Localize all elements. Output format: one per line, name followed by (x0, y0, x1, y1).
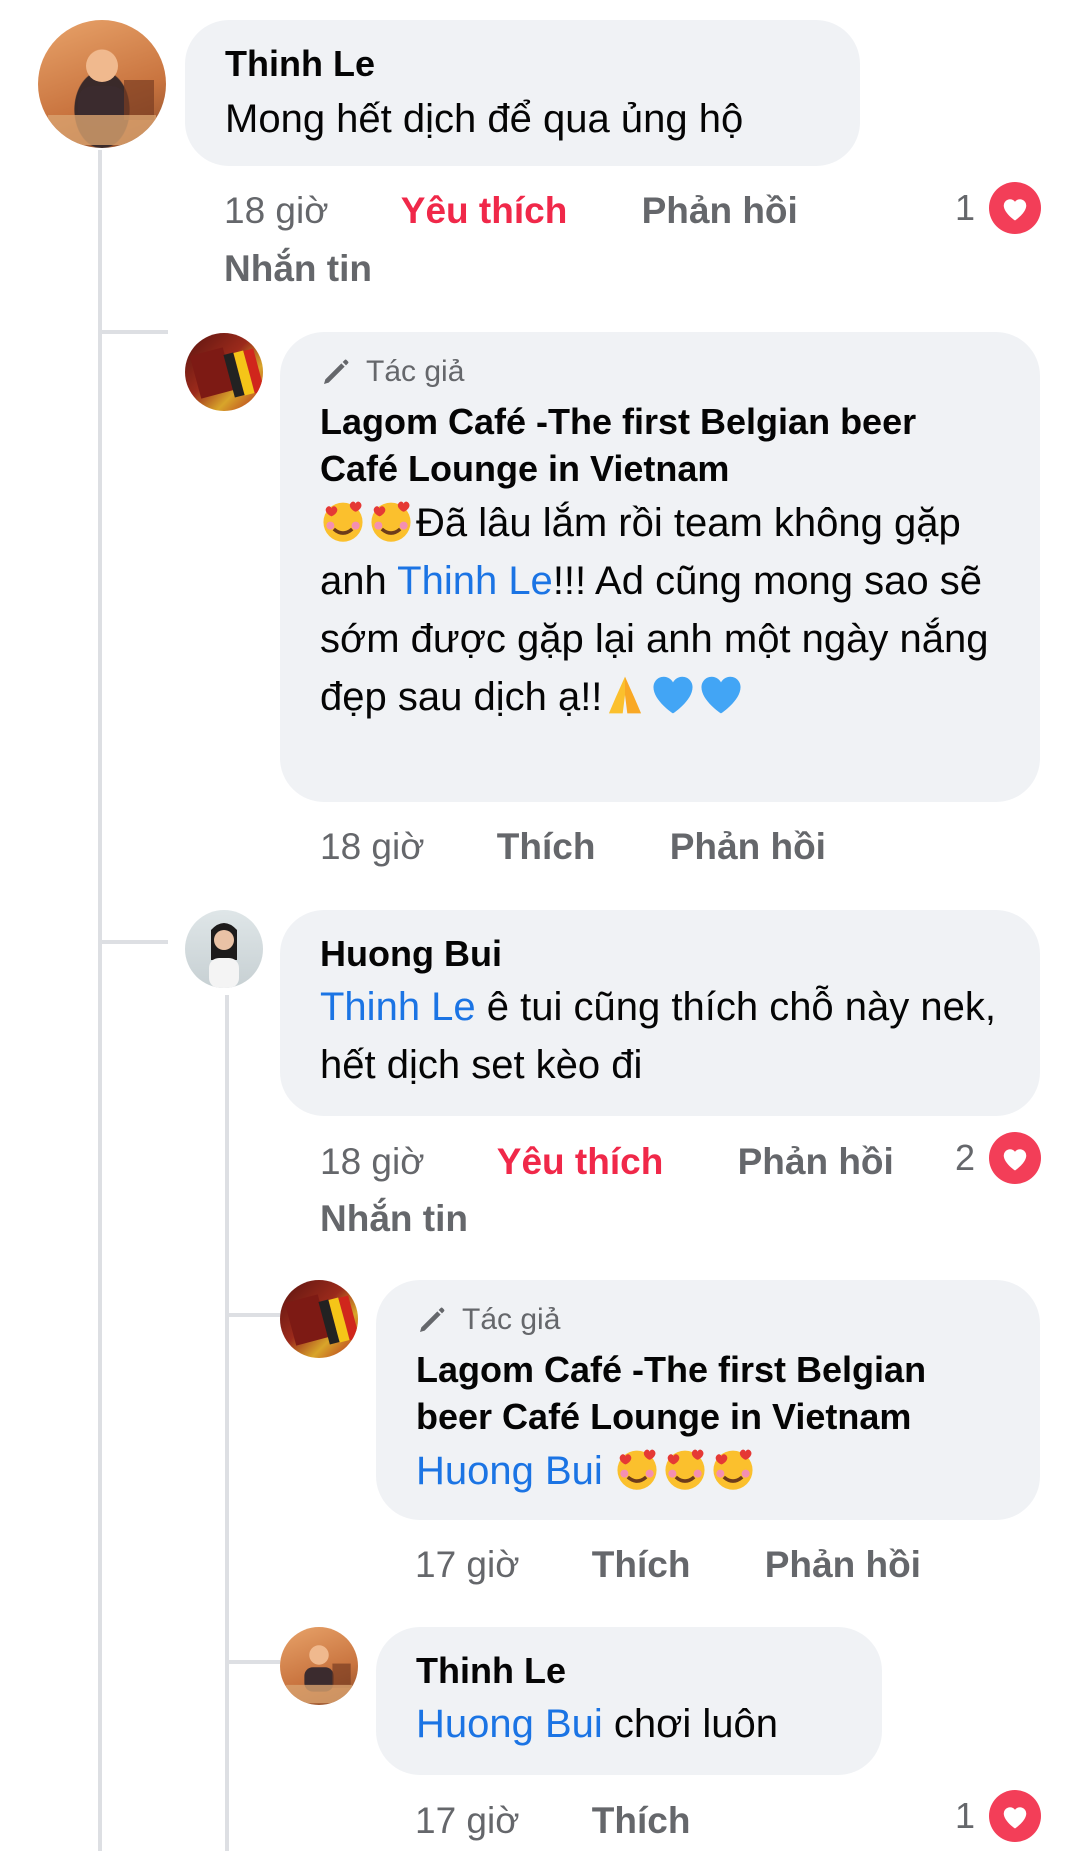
commenter-name[interactable]: Lagom Café -The first Belgian beer Café … (320, 398, 1000, 492)
comment-actions-5: 17 giờ Thích (415, 1796, 690, 1846)
comment-text-body: chơi luôn (602, 1702, 779, 1746)
thread-connector-2 (98, 940, 168, 944)
reaction-count: 1 (955, 1795, 976, 1836)
author-badge: Tác giả (416, 1302, 1000, 1338)
comment-bubble-4[interactable]: Tác giả Lagom Café -The first Belgian be… (376, 1280, 1040, 1520)
commenter-name-line2: Café Lounge in Vietnam (320, 448, 730, 489)
thread-line-nested (225, 995, 229, 1851)
reaction-summary-1[interactable]: 1 (955, 182, 1042, 234)
like-button[interactable]: Thích (592, 1796, 691, 1846)
comment-actions-1: 18 giờ Yêu thích Phản hồi (224, 186, 798, 236)
thread-line-main (98, 150, 102, 1851)
message-button[interactable]: Nhắn tin (320, 1194, 468, 1244)
avatar-lagom-cafe[interactable] (280, 1280, 358, 1358)
commenter-name-line1: Lagom Café -The first Belgian (416, 1349, 927, 1390)
thread-connector-4 (225, 1660, 280, 1664)
commenter-name[interactable]: Thinh Le (225, 42, 820, 86)
reaction-summary-5[interactable]: 1 (955, 1790, 1042, 1842)
reply-button[interactable]: Phản hồi (642, 186, 798, 236)
heart-icon (989, 1790, 1042, 1842)
author-badge-label: Tác giả (366, 355, 465, 388)
reply-button[interactable]: Phản hồi (670, 822, 826, 872)
commenter-name[interactable]: Huong Bui (320, 932, 1000, 976)
smiling-hearts-emoji (710, 1446, 756, 1492)
comment-actions-3: 18 giờ Yêu thích Phản hồi (320, 1137, 894, 1187)
folded-hands-emoji (602, 672, 648, 718)
smiling-hearts-emoji (614, 1446, 660, 1492)
message-button[interactable]: Nhắn tin (224, 244, 372, 294)
author-badge-label: Tác giả (462, 1303, 561, 1336)
comment-bubble-5[interactable]: Thinh Le Huong Bui chơi luôn (376, 1627, 882, 1775)
heart-icon (989, 1132, 1042, 1184)
message-link-3: Nhắn tin (320, 1194, 468, 1244)
comment-bubble-2[interactable]: Tác giả Lagom Café -The first Belgian be… (280, 332, 1040, 802)
author-badge: Tác giả (320, 354, 1000, 390)
avatar-lagom-cafe[interactable] (185, 333, 263, 411)
thread-connector-1 (98, 330, 168, 334)
comment-text: Mong hết dịch để qua ủng hộ (225, 97, 744, 141)
pencil-icon (324, 359, 349, 384)
like-button[interactable]: Yêu thích (497, 1137, 664, 1187)
reaction-summary-3[interactable]: 2 (955, 1132, 1042, 1184)
like-button[interactable]: Thích (497, 822, 596, 872)
comment-bubble-3[interactable]: Huong Bui Thinh Le ê tui cũng thích chỗ … (280, 910, 1040, 1116)
mention-link[interactable]: Huong Bui (416, 1702, 603, 1746)
reaction-count: 1 (955, 187, 976, 228)
avatar-huong-bui[interactable] (185, 910, 263, 988)
smiling-hearts-emoji (662, 1446, 708, 1492)
blue-heart-emoji (650, 672, 696, 718)
like-button[interactable]: Thích (592, 1540, 691, 1590)
mention-link[interactable]: Huong Bui (416, 1449, 603, 1493)
reply-button[interactable]: Phản hồi (765, 1540, 921, 1590)
commenter-name[interactable]: Lagom Café -The first Belgian beer Café … (416, 1346, 1000, 1440)
commenter-name-line1: Lagom Café -The first Belgian beer (320, 401, 917, 442)
message-link-1: Nhắn tin (224, 244, 372, 294)
thread-connector-3 (225, 1313, 280, 1317)
smiling-hearts-emoji (320, 498, 366, 544)
comment-text: Thinh Le ê tui cũng thích chỗ này nek, h… (320, 978, 1000, 1094)
reply-button[interactable]: Phản hồi (738, 1137, 894, 1187)
comment-actions-2: 18 giờ Thích Phản hồi (320, 822, 826, 872)
avatar-thinh-le[interactable] (38, 20, 166, 148)
commenter-name-line2: beer Café Lounge in Vietnam (416, 1396, 912, 1437)
comment-time[interactable]: 18 giờ (320, 1137, 425, 1187)
comment-actions-4: 17 giờ Thích Phản hồi (415, 1540, 921, 1590)
reaction-count: 2 (955, 1137, 976, 1178)
comment-text: Đã lâu lắm rồi team không gặp anh Thinh … (320, 494, 1000, 726)
avatar-thinh-le[interactable] (280, 1627, 358, 1705)
mention-link[interactable]: Thinh Le (320, 985, 476, 1029)
blue-heart-emoji (698, 672, 744, 718)
smiling-hearts-emoji (368, 498, 414, 544)
comment-text: Huong Bui chơi luôn (416, 1695, 842, 1753)
pencil-icon (420, 1307, 445, 1332)
comment-time[interactable]: 18 giờ (320, 822, 425, 872)
heart-icon (989, 182, 1042, 234)
comment-time[interactable]: 17 giờ (415, 1796, 520, 1846)
comment-bubble-1[interactable]: Thinh Le Mong hết dịch để qua ủng hộ (185, 20, 860, 166)
comment-text: Huong Bui (416, 1442, 1000, 1500)
like-button[interactable]: Yêu thích (401, 186, 568, 236)
mention-link[interactable]: Thinh Le (397, 559, 553, 603)
comment-time[interactable]: 18 giờ (224, 186, 329, 236)
commenter-name[interactable]: Thinh Le (416, 1649, 842, 1693)
comment-time[interactable]: 17 giờ (415, 1540, 520, 1590)
